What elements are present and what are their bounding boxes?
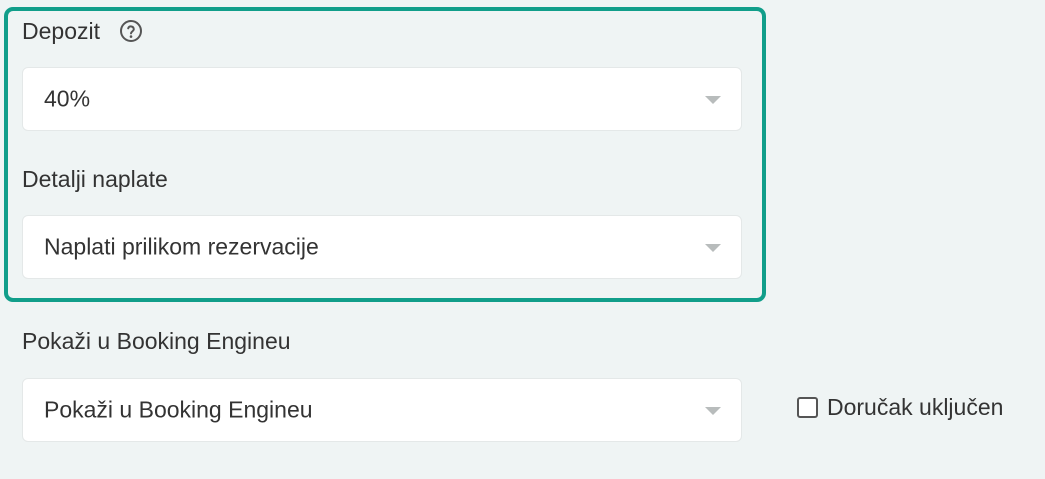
chevron-down-icon: [705, 407, 721, 415]
deposit-label: Depozit: [22, 18, 100, 44]
breakfast-included-label: Doručak uključen: [827, 394, 1004, 420]
settings-panel: Depozit 40% Detalji naplate Naplati pril…: [0, 0, 1045, 479]
breakfast-included-checkbox[interactable]: [797, 397, 818, 418]
booking-engine-select[interactable]: Pokaži u Booking Engineu: [22, 378, 742, 442]
payment-details-label: Detalji naplate: [22, 166, 168, 192]
chevron-down-icon: [705, 244, 721, 252]
breakfast-included-option[interactable]: Doručak uključen: [797, 394, 1003, 421]
chevron-down-icon: [705, 96, 721, 104]
booking-engine-select-value: Pokaži u Booking Engineu: [44, 396, 313, 423]
deposit-select[interactable]: 40%: [22, 67, 742, 131]
booking-engine-label: Pokaži u Booking Engineu: [22, 328, 291, 354]
payment-details-select-value: Naplati prilikom rezervacije: [44, 233, 319, 260]
payment-details-select[interactable]: Naplati prilikom rezervacije: [22, 215, 742, 279]
deposit-select-value: 40%: [44, 85, 91, 112]
question-circle-icon[interactable]: [119, 19, 143, 43]
